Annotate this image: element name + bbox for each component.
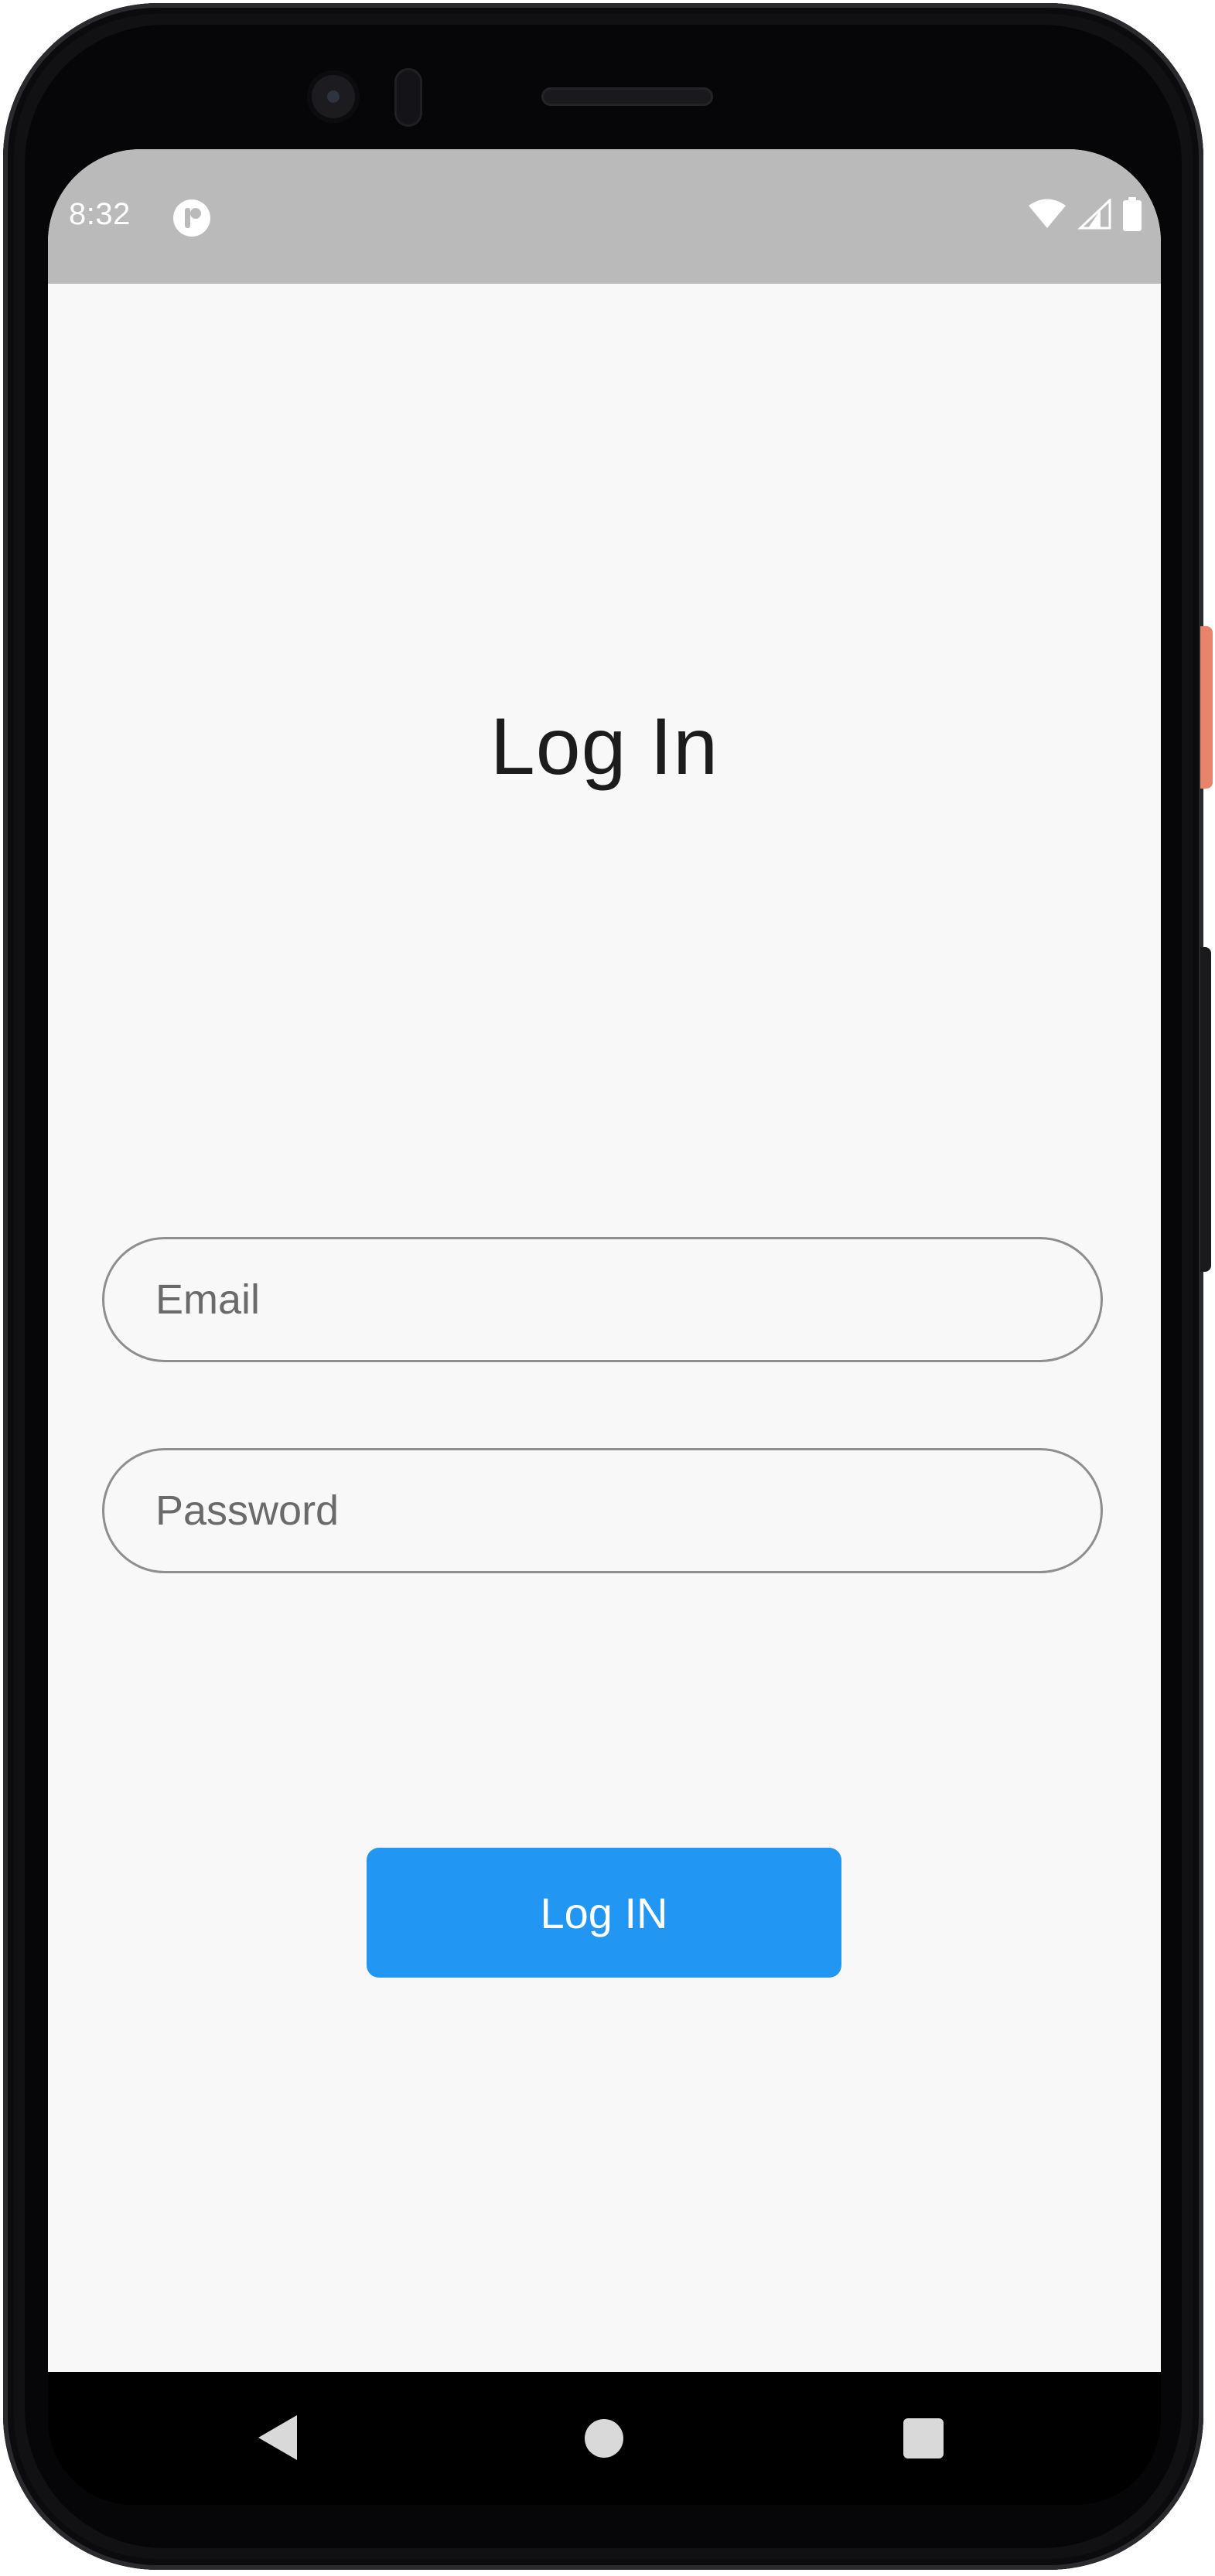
front-camera bbox=[307, 70, 360, 123]
back-triangle-icon[interactable] bbox=[258, 2415, 297, 2460]
navigation-bar bbox=[48, 2372, 1161, 2505]
power-button bbox=[1200, 626, 1213, 789]
page-title: Log In bbox=[490, 702, 719, 792]
home-circle-icon[interactable] bbox=[585, 2419, 623, 2458]
login-button[interactable]: Log IN bbox=[367, 1848, 841, 1978]
status-bar: 8:32 bbox=[48, 149, 1161, 284]
status-time: 8:32 bbox=[69, 197, 131, 231]
status-icons bbox=[1028, 197, 1142, 235]
password-input[interactable] bbox=[155, 1450, 1053, 1571]
email-field-container[interactable] bbox=[102, 1237, 1103, 1362]
wifi-icon bbox=[1028, 199, 1067, 233]
email-input[interactable] bbox=[155, 1239, 1053, 1360]
recents-square-icon[interactable] bbox=[903, 2418, 944, 2458]
app-notification-icon bbox=[172, 198, 212, 238]
proximity-sensor bbox=[394, 68, 422, 127]
password-field-container[interactable] bbox=[102, 1448, 1103, 1573]
volume-rocker bbox=[1200, 947, 1211, 1272]
login-page: Log In Log IN bbox=[48, 284, 1161, 2372]
device-screen: 8:32 Log In Email Log IN bbox=[48, 149, 1161, 2372]
battery-icon bbox=[1122, 197, 1142, 235]
earpiece-speaker bbox=[541, 87, 713, 106]
cellular-signal-icon bbox=[1077, 197, 1111, 233]
